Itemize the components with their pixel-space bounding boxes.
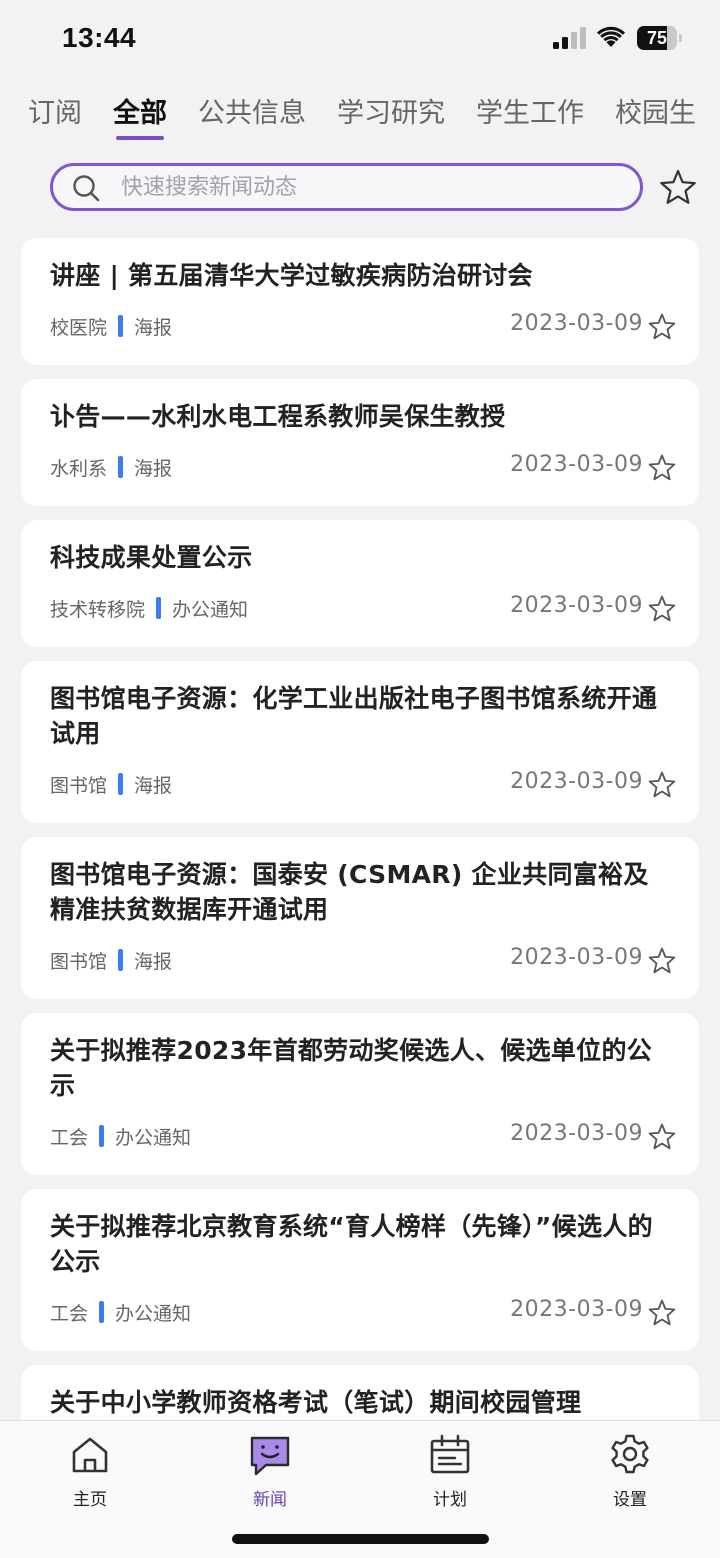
- news-meta: 校医院 海报 2023-03-09: [50, 309, 676, 343]
- news-title: 图书馆电子资源：化学工业出版社电子图书馆系统开通试用: [50, 684, 658, 748]
- news-meta: 图书馆 海报 2023-03-09: [50, 767, 676, 801]
- news-card[interactable]: 关于中小学教师资格考试（笔试）期间校园管理: [21, 1365, 699, 1420]
- favorite-star-icon[interactable]: [647, 453, 677, 483]
- meta-divider: [118, 949, 124, 971]
- category-tabs: 订阅 全部 公共信息 学习研究 学生工作 校园生: [28, 96, 720, 146]
- news-list: 讲座 | 第五届清华大学过敏疾病防治研讨会 校医院 海报 2023-03-09 …: [21, 238, 699, 1420]
- tab-campus-life[interactable]: 校园生: [615, 96, 696, 146]
- news-source: 技术转移院: [50, 598, 146, 621]
- news-title: 图书馆电子资源：国泰安 (CSMAR) 企业共同富裕及精准扶贫数据库开通试用: [50, 860, 649, 924]
- nav-settings[interactable]: 设置: [575, 1433, 685, 1510]
- nav-settings-label: 设置: [613, 1490, 647, 1510]
- news-title: 关于拟推荐北京教育系统“育人榜样（先锋）”候选人的公示: [50, 1212, 653, 1276]
- news-card[interactable]: 图书馆电子资源：化学工业出版社电子图书馆系统开通试用 图书馆 海报 2023-0…: [21, 661, 699, 823]
- news-meta: 工会 办公通知 2023-03-09: [50, 1119, 676, 1153]
- news-card[interactable]: 讣告——水利水电工程系教师吴保生教授 水利系 海报 2023-03-09: [21, 379, 699, 506]
- meta-divider: [99, 1125, 105, 1147]
- news-card[interactable]: 讲座 | 第五届清华大学过敏疾病防治研讨会 校医院 海报 2023-03-09: [21, 238, 699, 365]
- news-type: 海报: [134, 316, 173, 339]
- news-source: 图书馆: [50, 774, 108, 797]
- news-title: 关于中小学教师资格考试（笔试）期间校园管理: [50, 1388, 582, 1417]
- news-title: 科技成果处置公示: [50, 543, 253, 572]
- meta-divider: [118, 456, 124, 478]
- nav-plan-label: 计划: [433, 1490, 467, 1510]
- news-type: 海报: [134, 457, 173, 480]
- news-type: 办公通知: [172, 598, 249, 621]
- nav-home-label: 主页: [73, 1490, 107, 1510]
- news-source: 工会: [50, 1302, 89, 1325]
- search-bar[interactable]: [50, 163, 643, 211]
- gear-icon: [611, 1434, 649, 1474]
- favorite-star-icon[interactable]: [647, 594, 677, 624]
- news-title: 讲座 | 第五届清华大学过敏疾病防治研讨会: [50, 261, 533, 290]
- news-card[interactable]: 关于拟推荐2023年首都劳动奖候选人、候选单位的公示 工会 办公通知 2023-…: [21, 1013, 699, 1175]
- nav-plan[interactable]: 计划: [395, 1433, 505, 1510]
- news-meta: 水利系 海报 2023-03-09: [50, 450, 676, 484]
- tab-public-info[interactable]: 公共信息: [198, 96, 306, 146]
- news-date: 2023-03-09: [510, 1121, 643, 1146]
- battery-indicator: 75: [637, 26, 683, 50]
- news-type: 办公通知: [115, 1126, 192, 1149]
- tab-subscribe[interactable]: 订阅: [28, 96, 82, 146]
- news-date: 2023-03-09: [510, 1297, 643, 1322]
- news-date: 2023-03-09: [510, 452, 643, 477]
- news-meta: 图书馆 海报 2023-03-09: [50, 943, 676, 977]
- battery-percentage: 75: [646, 28, 668, 48]
- tab-all[interactable]: 全部: [113, 96, 167, 146]
- nav-news-label: 新闻: [253, 1490, 287, 1510]
- news-type: 海报: [134, 774, 173, 797]
- search-input[interactable]: [121, 166, 621, 208]
- news-source: 水利系: [50, 457, 108, 480]
- news-title: 关于拟推荐2023年首都劳动奖候选人、候选单位的公示: [50, 1036, 653, 1100]
- news-title: 讣告——水利水电工程系教师吴保生教授: [50, 402, 506, 431]
- status-time: 13:44: [62, 22, 137, 53]
- nav-news[interactable]: 新闻: [215, 1433, 325, 1510]
- cellular-signal-icon: [553, 27, 586, 49]
- wifi-icon: [597, 26, 625, 47]
- news-type: 海报: [134, 950, 173, 973]
- news-source: 图书馆: [50, 950, 108, 973]
- news-date: 2023-03-09: [510, 769, 643, 794]
- news-source: 校医院: [50, 316, 108, 339]
- search-icon: [73, 175, 100, 202]
- status-bar: 13:44 75: [0, 0, 720, 80]
- meta-divider: [118, 773, 124, 795]
- favorite-star-icon[interactable]: [647, 1298, 677, 1328]
- news-card[interactable]: 图书馆电子资源：国泰安 (CSMAR) 企业共同富裕及精准扶贫数据库开通试用 图…: [21, 837, 699, 999]
- home-indicator[interactable]: [232, 1534, 489, 1544]
- favorite-star-icon[interactable]: [647, 770, 677, 800]
- news-card[interactable]: 关于拟推荐北京教育系统“育人榜样（先锋）”候选人的公示 工会 办公通知 2023…: [21, 1189, 699, 1351]
- news-type: 办公通知: [115, 1302, 192, 1325]
- news-chat-icon: [250, 1436, 290, 1476]
- favorite-star-icon[interactable]: [647, 946, 677, 976]
- news-date: 2023-03-09: [510, 311, 643, 336]
- favorites-star-icon[interactable]: [658, 168, 698, 208]
- favorite-star-icon[interactable]: [647, 312, 677, 342]
- meta-divider: [156, 597, 162, 619]
- tab-student-work[interactable]: 学生工作: [476, 96, 584, 146]
- tab-study-research[interactable]: 学习研究: [337, 96, 445, 146]
- news-meta: 技术转移院 办公通知 2023-03-09: [50, 591, 676, 625]
- news-date: 2023-03-09: [510, 945, 643, 970]
- news-card[interactable]: 科技成果处置公示 技术转移院 办公通知 2023-03-09: [21, 520, 699, 647]
- calendar-icon: [430, 1434, 470, 1474]
- news-date: 2023-03-09: [510, 593, 643, 618]
- meta-divider: [99, 1301, 105, 1323]
- home-icon: [72, 1437, 108, 1473]
- news-meta: 工会 办公通知 2023-03-09: [50, 1295, 676, 1329]
- news-source: 工会: [50, 1126, 89, 1149]
- meta-divider: [118, 315, 124, 337]
- nav-home[interactable]: 主页: [35, 1433, 145, 1510]
- favorite-star-icon[interactable]: [647, 1122, 677, 1152]
